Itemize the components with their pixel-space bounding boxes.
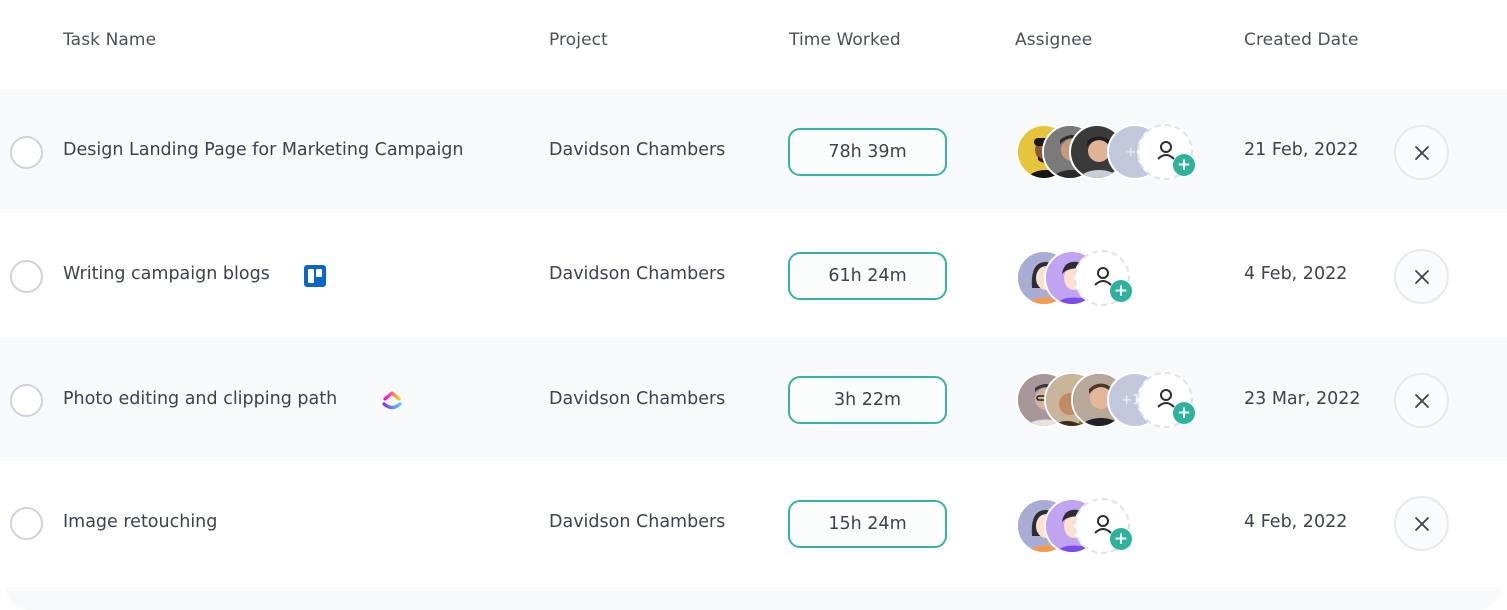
time-worked-badge[interactable]: 61h 24m [788,252,947,300]
complete-task-checkbox[interactable] [10,384,43,417]
time-worked-badge[interactable]: 78h 39m [788,128,947,176]
task-name[interactable]: Design Landing Page for Marketing Campai… [63,140,464,160]
created-date: 23 Mar, 2022 [1244,389,1361,409]
complete-task-checkbox[interactable] [10,507,43,540]
user-icon [1157,389,1175,408]
task-table: Task Name Project Time Worked Assignee C… [0,0,1507,610]
column-header-project[interactable]: Project [549,30,608,50]
time-worked-value: 15h 24m [828,514,907,534]
close-icon [1414,516,1429,531]
add-assignee-button[interactable]: + [1137,372,1195,428]
task-name[interactable]: Image retouching [63,512,217,532]
complete-task-checkbox[interactable] [10,136,43,169]
time-worked-badge[interactable]: 15h 24m [788,500,947,548]
table-footer [6,587,1501,610]
time-worked-badge[interactable]: 3h 22m [788,376,947,424]
project-name: Davidson Chambers [549,389,726,409]
user-icon [1094,267,1112,286]
user-icon [1157,141,1175,160]
time-worked-value: 78h 39m [828,142,907,162]
created-date: 4 Feb, 2022 [1244,264,1348,284]
created-date: 4 Feb, 2022 [1244,512,1348,532]
table-row: Design Landing Page for Marketing Campai… [0,89,1507,213]
column-header-time-worked[interactable]: Time Worked [789,30,901,50]
project-name: Davidson Chambers [549,264,726,284]
remove-task-button[interactable] [1394,249,1449,304]
clickup-icon[interactable] [380,388,404,412]
project-name: Davidson Chambers [549,140,726,160]
table-row: Writing campaign blogs Davidson Chambers… [0,213,1507,337]
user-icon [1094,515,1112,534]
plus-icon: + [1110,528,1132,550]
remove-task-button[interactable] [1394,373,1449,428]
task-name[interactable]: Photo editing and clipping path [63,389,337,409]
remove-task-button[interactable] [1394,125,1449,180]
column-header-assignee[interactable]: Assignee [1015,30,1092,50]
trello-icon[interactable] [303,264,327,288]
table-header: Task Name Project Time Worked Assignee C… [0,0,1507,88]
created-date: 21 Feb, 2022 [1244,140,1359,160]
complete-task-checkbox[interactable] [10,260,43,293]
task-name[interactable]: Writing campaign blogs [63,264,270,284]
add-assignee-button[interactable]: + [1074,250,1132,306]
column-header-task-name[interactable]: Task Name [63,30,156,50]
table-row: Image retouching Davidson Chambers 15h 2… [0,461,1507,585]
plus-icon: + [1110,280,1132,302]
column-header-created-date[interactable]: Created Date [1244,30,1359,50]
add-assignee-button[interactable]: + [1137,124,1195,180]
plus-icon: + [1173,154,1195,176]
time-worked-value: 3h 22m [833,390,902,410]
close-icon [1414,269,1429,284]
table-row: Photo editing and clipping path Davidson… [0,337,1507,461]
plus-icon: + [1173,402,1195,424]
time-worked-value: 61h 24m [828,266,907,286]
close-icon [1414,393,1429,408]
project-name: Davidson Chambers [549,512,726,532]
remove-task-button[interactable] [1394,496,1449,551]
add-assignee-button[interactable]: + [1074,498,1132,554]
close-icon [1414,145,1429,160]
